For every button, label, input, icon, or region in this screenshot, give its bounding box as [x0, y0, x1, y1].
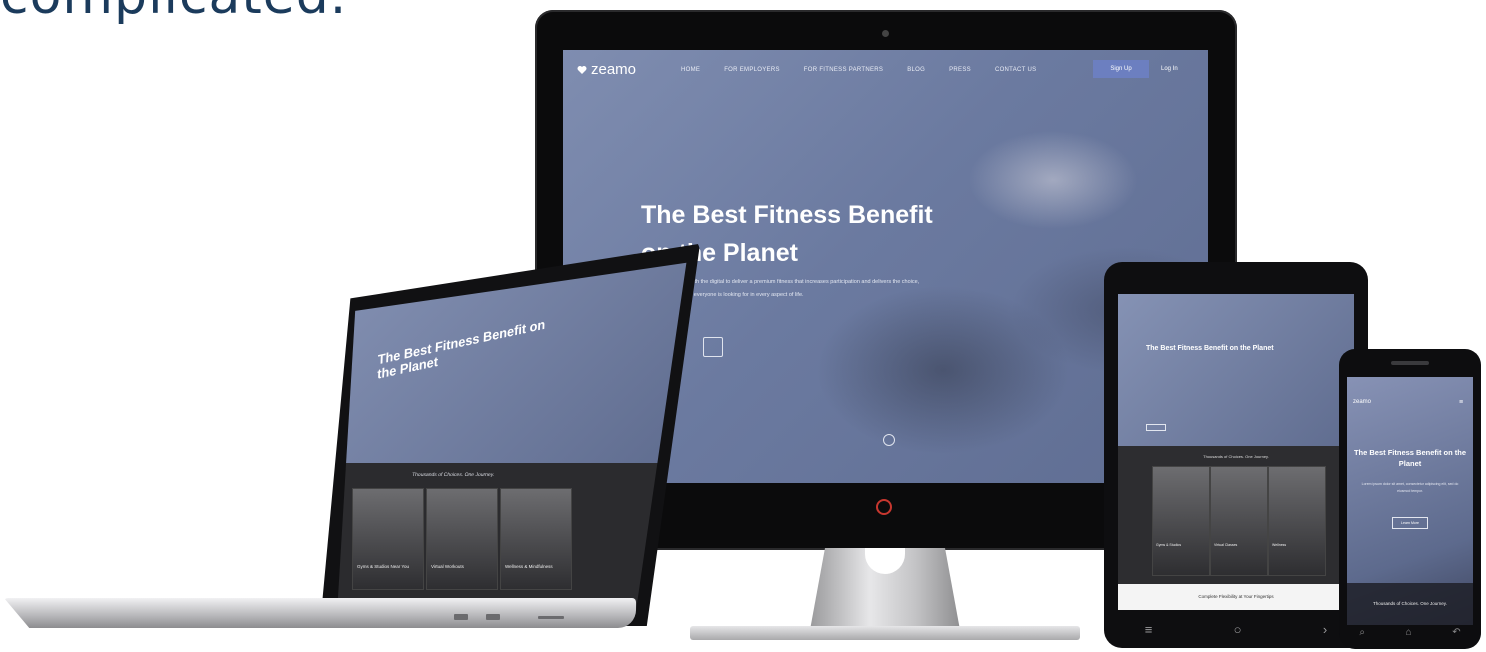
- laptop-card-caption: Wellness & Mindfulness: [505, 564, 553, 569]
- phone-screen: zeamo ≡ The Best Fitness Benefit on the …: [1347, 377, 1473, 625]
- search-icon[interactable]: ⌕: [1359, 627, 1365, 645]
- back-icon[interactable]: ↶: [1452, 627, 1460, 645]
- nav-home[interactable]: Home: [681, 67, 700, 73]
- hero-cta-button[interactable]: [703, 337, 723, 357]
- laptop-card[interactable]: Wellness & Mindfulness: [500, 488, 572, 590]
- tablet-hero-button[interactable]: [1146, 424, 1166, 431]
- tablet-screen: The Best Fitness Benefit on the Planet T…: [1118, 294, 1354, 610]
- power-light-icon: [876, 499, 892, 515]
- carousel-dot[interactable]: [883, 434, 895, 446]
- tablet-section-title: Thousands of Choices. One Journey.: [1203, 454, 1269, 459]
- laptop-base: [4, 598, 636, 628]
- tablet-nav-bar: ≡ ○ ›: [1104, 618, 1368, 640]
- laptop-card-caption: Gyms & Studios Near You: [357, 564, 410, 569]
- tablet-card-caption: Gyms & Studios: [1156, 543, 1182, 547]
- home-icon[interactable]: ⌂: [1406, 627, 1412, 645]
- usb-port-icon: [454, 614, 468, 620]
- tablet-card[interactable]: Gyms & Studios: [1152, 466, 1210, 576]
- tablet-card[interactable]: Virtual Classes: [1210, 466, 1268, 576]
- webcam: [882, 30, 889, 37]
- tablet-device: The Best Fitness Benefit on the Planet T…: [1104, 262, 1368, 648]
- site-logo-text: zeamo: [591, 61, 637, 78]
- hamburger-menu-icon[interactable]: ≡: [1459, 399, 1463, 406]
- phone-hero-copy: Lorem ipsum dolor sit amet, consectetur …: [1361, 482, 1459, 493]
- site-navbar: zeamo Home For Employers For Fitness Par…: [563, 50, 1208, 90]
- tablet-card-caption: Virtual Classes: [1214, 543, 1238, 547]
- hero-title-line-1: The Best Fitness Benefit: [641, 201, 933, 229]
- tablet-card[interactable]: Wellness: [1268, 466, 1326, 576]
- phone-speaker: [1391, 361, 1429, 365]
- home-circle-icon[interactable]: ○: [1234, 622, 1242, 637]
- nav-contact-us[interactable]: Contact Us: [995, 67, 1036, 73]
- site-logo[interactable]: zeamo: [577, 61, 636, 78]
- phone-hero-button[interactable]: Learn More: [1392, 517, 1428, 529]
- tablet-hero-title: The Best Fitness Benefit on the Planet: [1146, 345, 1274, 352]
- phone-nav-bar: ⌕ ⌂ ↶: [1339, 627, 1481, 645]
- nav-links: Home For Employers For Fitness Partners …: [681, 67, 1060, 73]
- nav-for-employers[interactable]: For Employers: [724, 67, 780, 73]
- phone-device: zeamo ≡ The Best Fitness Benefit on the …: [1339, 349, 1481, 649]
- menu-icon[interactable]: ≡: [1145, 622, 1153, 637]
- heart-logo-icon: [577, 65, 587, 74]
- usb-port-icon: [486, 614, 500, 620]
- nav-for-fitness-partners[interactable]: For Fitness Partners: [804, 67, 883, 73]
- log-in-link[interactable]: Log In: [1161, 60, 1178, 78]
- monitor-stand-base: [690, 626, 1080, 640]
- phone-hero-title: The Best Fitness Benefit on the Planet: [1353, 448, 1467, 468]
- laptop-section-title: Thousands of Choices. One Journey.: [411, 472, 495, 478]
- tablet-footer: Complete Flexibility at Your Fingertips: [1118, 584, 1354, 610]
- page-headline: complicated.: [0, 0, 347, 26]
- laptop-card-caption: Virtual Workouts: [431, 564, 464, 569]
- tablet-card-caption: Wellness: [1272, 543, 1287, 547]
- laptop-card[interactable]: Gyms & Studios Near You: [352, 488, 424, 590]
- laptop-card[interactable]: Virtual Workouts: [426, 488, 498, 590]
- phone-logo[interactable]: zeamo: [1353, 399, 1371, 405]
- phone-section: Thousands of Choices. One Journey.: [1347, 583, 1473, 625]
- nav-blog[interactable]: Blog: [907, 67, 925, 73]
- sign-up-button[interactable]: Sign Up: [1093, 60, 1149, 78]
- chevron-right-icon[interactable]: ›: [1323, 622, 1327, 637]
- nav-press[interactable]: Press: [949, 67, 971, 73]
- card-slot-icon: [538, 616, 564, 619]
